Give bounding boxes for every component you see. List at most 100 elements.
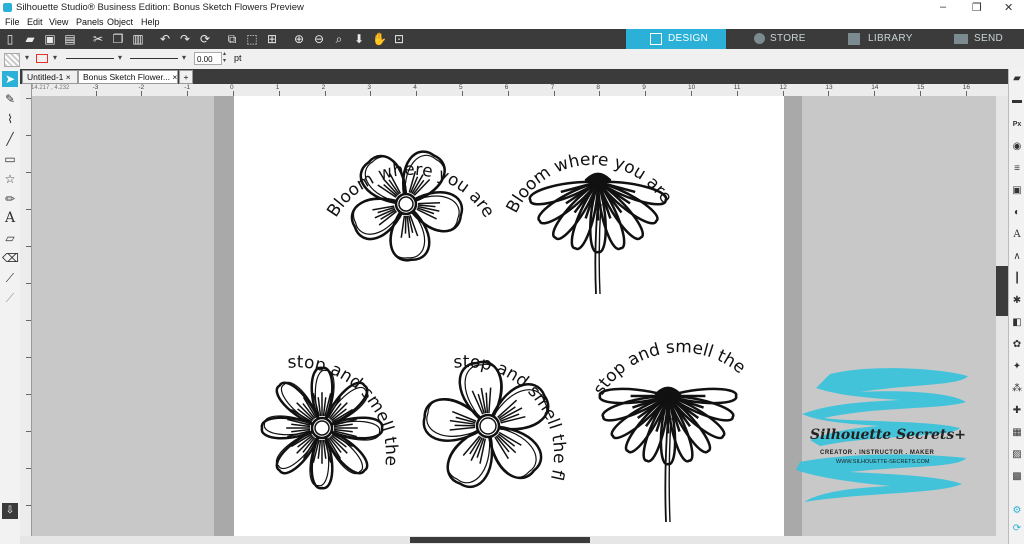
pixscan-icon[interactable]: Px: [1011, 119, 1023, 131]
pan-hand-icon[interactable]: ✋: [372, 32, 387, 46]
line-style-select[interactable]: [66, 58, 114, 59]
line-color-dropdown-icon[interactable]: ▾: [53, 53, 57, 62]
text-tool-icon[interactable]: A: [2, 210, 18, 226]
print-icon[interactable]: ▤: [63, 32, 77, 46]
move-down-icon[interactable]: ⬇: [352, 32, 366, 46]
doc-tab-bonus[interactable]: Bonus Sketch Flower... ×: [78, 70, 178, 84]
vertical-scroll-thumb[interactable]: [996, 266, 1008, 316]
flower-stamen-line: [488, 387, 492, 414]
canvas-text-stop-2[interactable]: stop and smell the flowers.: [227, 81, 569, 482]
fill-tool-icon[interactable]: ▱: [2, 230, 18, 246]
design-page[interactable]: Bloom where you are planted. Bloom where…: [227, 81, 784, 536]
line-style-icon[interactable]: ≡: [1011, 163, 1023, 175]
minimize-icon[interactable]: –: [940, 1, 946, 13]
menu-edit[interactable]: Edit: [27, 17, 43, 27]
lasso-tool-icon[interactable]: ✎: [2, 91, 18, 107]
line-join-dropdown-icon[interactable]: ▾: [182, 53, 186, 62]
text-to-path-icon[interactable]: ∧: [1011, 251, 1023, 263]
sync-icon[interactable]: ⟳: [1011, 523, 1023, 535]
fill-swatch-icon[interactable]: [4, 53, 20, 67]
tab-store[interactable]: STORE: [726, 29, 822, 49]
ruler-tick: [26, 320, 31, 321]
rectangle-tool-icon[interactable]: ▭: [2, 151, 18, 167]
add-tab-button[interactable]: +: [179, 70, 193, 84]
settings-gear-icon[interactable]: ⚙: [1011, 505, 1023, 517]
offset-icon[interactable]: ✿: [1011, 339, 1023, 351]
align-icon[interactable]: ┃: [1011, 273, 1023, 285]
fit-page-icon[interactable]: ⊡: [392, 32, 406, 46]
undo-icon[interactable]: ↶: [158, 32, 172, 46]
close-icon[interactable]: ✕: [1004, 1, 1013, 14]
refresh-icon[interactable]: ⟳: [198, 32, 212, 46]
redo-icon[interactable]: ↷: [178, 32, 192, 46]
hatch-icon[interactable]: ▨: [1011, 449, 1023, 461]
replicate-icon[interactable]: ✱: [1011, 295, 1023, 307]
close-tab-icon[interactable]: ×: [66, 72, 71, 82]
pencil-tool-icon[interactable]: ✏: [2, 191, 18, 207]
tab-send[interactable]: SEND: [922, 29, 1024, 49]
sketch-icon[interactable]: ⁂: [1011, 383, 1023, 395]
paste-icon[interactable]: ▥: [131, 32, 145, 46]
menu-view[interactable]: View: [49, 17, 68, 27]
select-tool-icon[interactable]: ➤: [2, 71, 18, 87]
line-join-select[interactable]: [130, 58, 178, 59]
select-all-icon[interactable]: ⊞: [265, 32, 279, 46]
transparency-icon[interactable]: ◐: [1011, 207, 1023, 219]
ruler-tick-label: 2: [321, 84, 326, 91]
eraser-tool-icon[interactable]: ⌫: [2, 250, 19, 266]
knife-tool-icon[interactable]: ⟋: [2, 270, 18, 286]
zoom-selection-icon[interactable]: ⌕: [332, 32, 346, 46]
line-width-input[interactable]: 0.00: [194, 52, 222, 65]
new-file-icon[interactable]: ▯: [3, 32, 17, 46]
flower-stem: [664, 415, 669, 523]
title-bar: Silhouette Studio® Business Edition: Bon…: [0, 0, 1024, 16]
ruler-tick: [26, 246, 31, 247]
page-setup-icon[interactable]: ▰: [1011, 73, 1023, 85]
library-icon: [848, 33, 860, 45]
maximize-icon[interactable]: ❐: [972, 1, 982, 14]
horizontal-scroll-thumb[interactable]: [410, 537, 590, 543]
vertical-scrollbar[interactable]: [996, 96, 1008, 536]
line-tool-icon[interactable]: ╱: [2, 131, 18, 147]
canvas-text-bloom-1[interactable]: Bloom where you are planted.: [229, 81, 499, 221]
ruler-tick-label: -1: [184, 84, 190, 91]
tab-library[interactable]: LIBRARY: [822, 29, 922, 49]
menu-help[interactable]: Help: [141, 17, 160, 27]
zoom-in-icon[interactable]: ⊕: [292, 32, 306, 46]
image-effects-icon[interactable]: ▣: [1011, 185, 1023, 197]
text-style-icon[interactable]: A: [1011, 229, 1023, 241]
line-color-swatch-icon[interactable]: [36, 54, 48, 63]
eyedropper-tool-icon[interactable]: ⟋: [2, 290, 18, 306]
cut-icon[interactable]: ✂: [91, 32, 105, 46]
doc-tab-untitled[interactable]: Untitled-1 ×: [22, 70, 78, 84]
tab-store-label: STORE: [770, 33, 806, 44]
group-icon[interactable]: ⧉: [225, 32, 239, 46]
menu-file[interactable]: File: [5, 17, 20, 27]
menu-panels[interactable]: Panels: [76, 17, 104, 27]
library-panel-toggle-icon[interactable]: ⇩: [2, 503, 18, 519]
close-tab-icon[interactable]: ×: [172, 72, 177, 82]
nesting-icon[interactable]: ▦: [1011, 427, 1023, 439]
modify-icon[interactable]: ◧: [1011, 317, 1023, 329]
ruler-tick-label: 0: [230, 84, 234, 91]
open-folder-icon[interactable]: ▰: [23, 32, 37, 46]
tab-design[interactable]: DESIGN: [626, 29, 726, 49]
line-width-stepper[interactable]: ▴ ▾: [223, 51, 226, 65]
line-style-dropdown-icon[interactable]: ▾: [118, 53, 122, 62]
fill-panel-icon[interactable]: ◉: [1011, 141, 1023, 153]
send-to-back-icon[interactable]: ▬: [1011, 95, 1023, 107]
save-icon[interactable]: ▣: [43, 32, 57, 46]
window-title: Silhouette Studio® Business Edition: Bon…: [16, 2, 304, 13]
ungroup-icon[interactable]: ⬚: [245, 32, 259, 46]
menu-object[interactable]: Object: [107, 17, 133, 27]
trace-icon[interactable]: ✦: [1011, 361, 1023, 373]
fill-dropdown-icon[interactable]: ▾: [25, 53, 29, 62]
ruler-tick-label: 6: [504, 84, 509, 91]
horizontal-scrollbar[interactable]: [20, 536, 1008, 544]
zoom-out-icon[interactable]: ⊖: [312, 32, 326, 46]
polygon-star-tool-icon[interactable]: ☆: [2, 171, 18, 187]
puzzle-icon[interactable]: ✚: [1011, 405, 1023, 417]
rhinestone-icon[interactable]: ▩: [1011, 471, 1023, 483]
point-edit-tool-icon[interactable]: ⌇: [2, 111, 18, 127]
copy-icon[interactable]: ❐: [111, 32, 125, 46]
